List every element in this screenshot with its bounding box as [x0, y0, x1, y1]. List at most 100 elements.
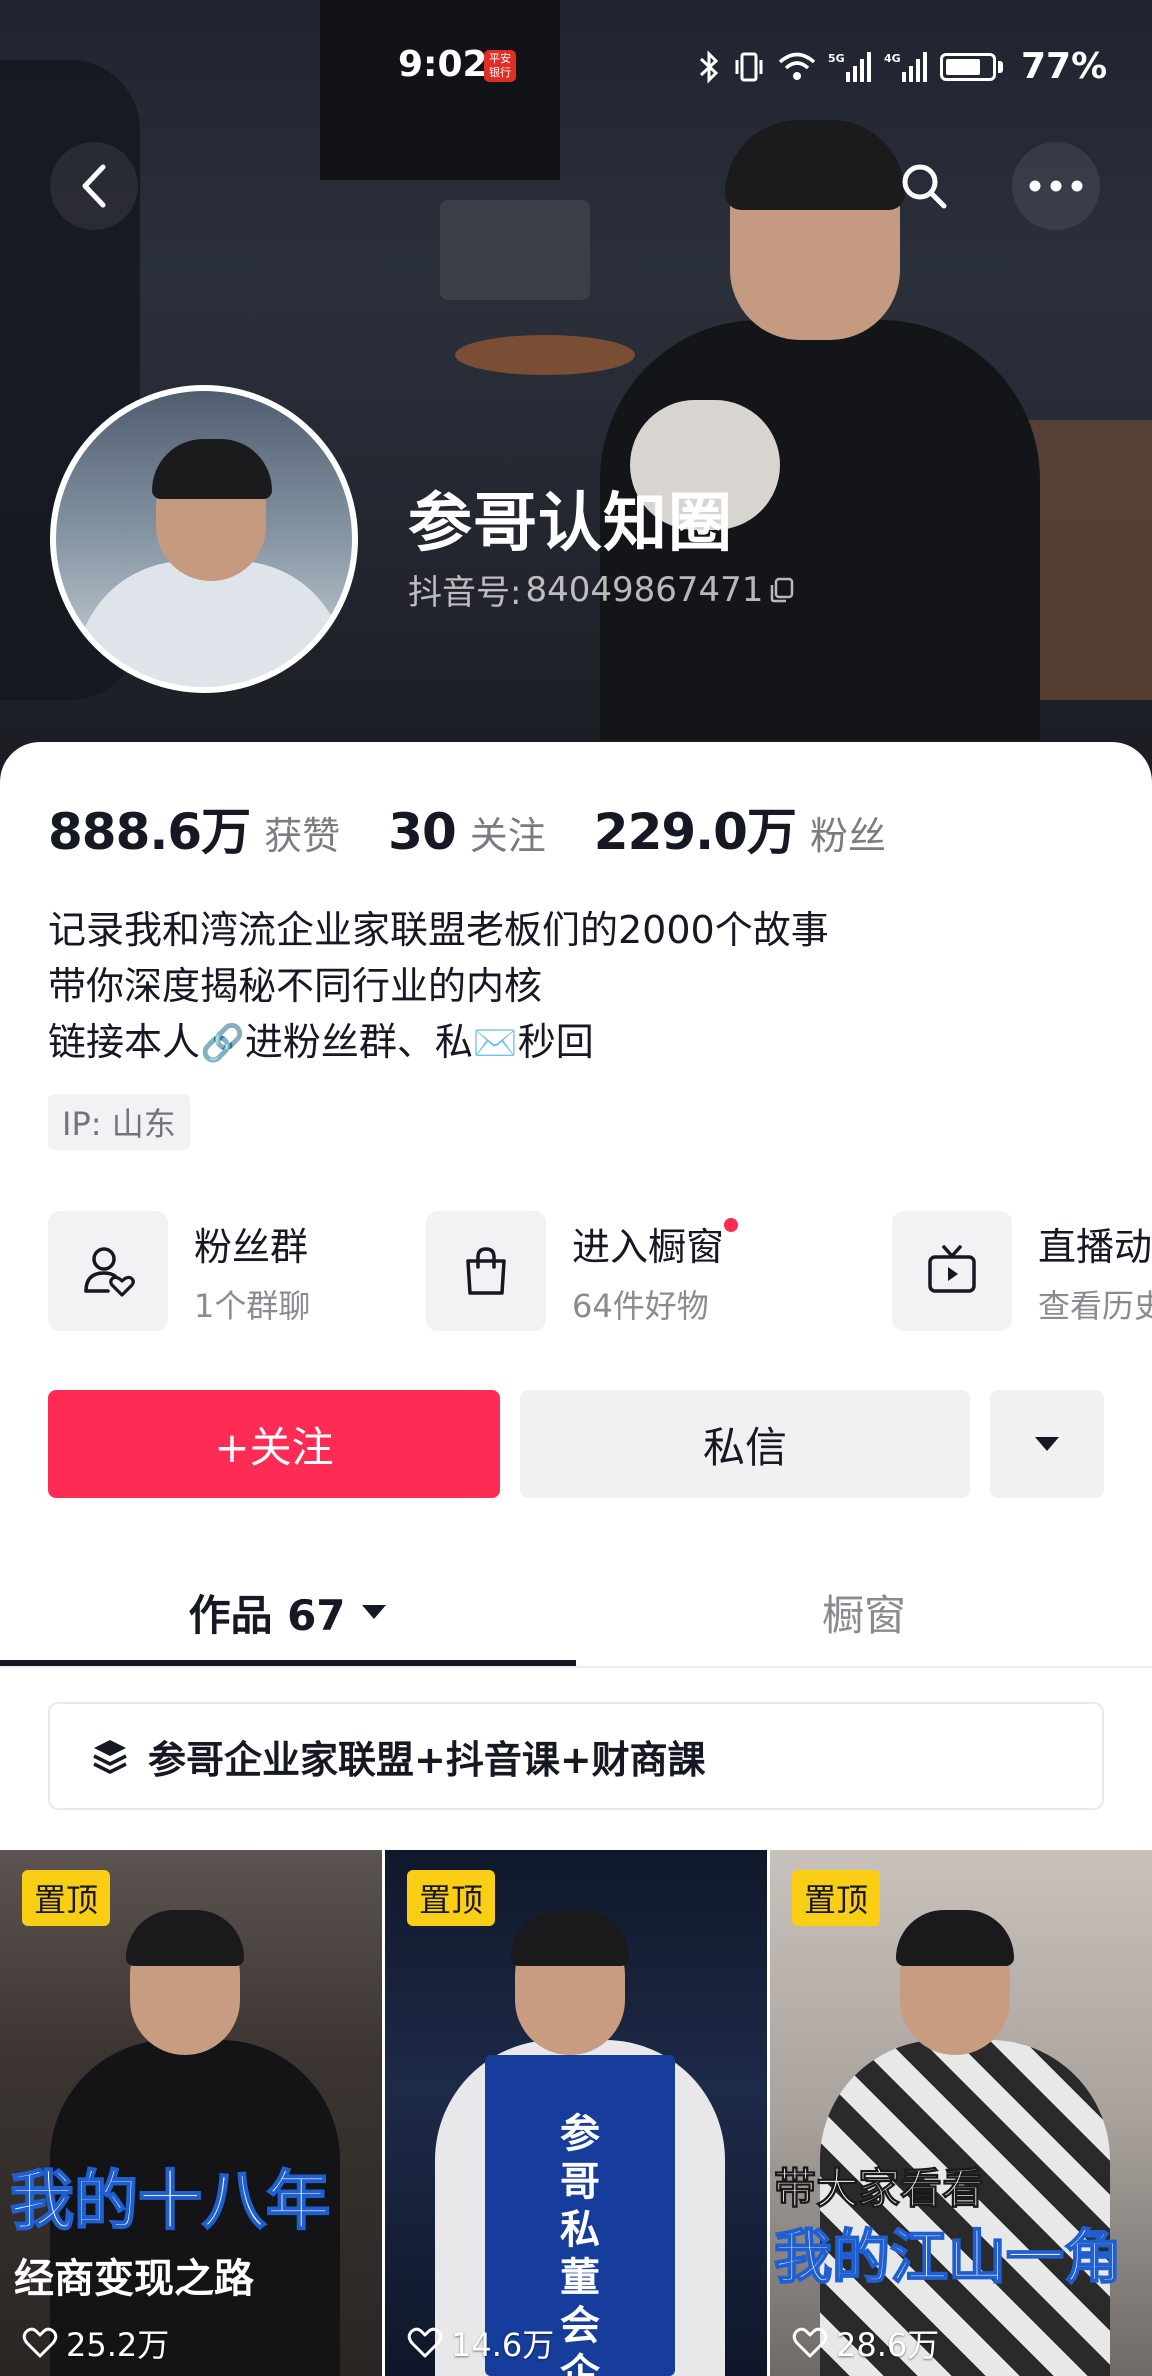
shopping-bag-icon: [426, 1211, 546, 1331]
bio-line: 链接本人🔗进粉丝群、私✉️秒回: [48, 1014, 829, 1072]
video-caption-main: 我的江山一角: [773, 2222, 1123, 2292]
wifi-icon: [778, 52, 816, 80]
video-grid: 置顶 我的十八年 经商变现之路 25.2万 参哥私董会企服季 置顶 14.6万: [0, 1850, 1152, 2376]
bio-text: 秒回: [517, 1020, 594, 1064]
following-label: 关注: [469, 814, 546, 858]
entry-title-text: 进入橱窗: [572, 1224, 725, 1269]
caret-down-icon: [361, 1605, 386, 1619]
following-count: 30: [388, 803, 457, 861]
envelope-emoji-icon: ✉️: [472, 1023, 518, 1064]
fans-group-icon: [48, 1211, 168, 1331]
vibrate-icon: [735, 52, 763, 81]
profile-actions: +关注 私信: [48, 1390, 1104, 1498]
video-caption-main: 我的十八年: [9, 2164, 331, 2240]
video-likes-count: 14.6万: [451, 2326, 555, 2364]
live-entry[interactable]: 直播动态 查看历史: [892, 1210, 1152, 1332]
followers-count: 229.0万: [593, 803, 797, 861]
video-thumbnail-hair: [511, 1910, 629, 1966]
likes-stat: 888.6万 获赞: [48, 792, 340, 864]
video-likes: 28.6万: [792, 2320, 939, 2366]
bio-line: 带你深度揭秘不同行业的内核: [48, 964, 543, 1008]
video-tile[interactable]: 置顶 带大家看看 我的江山一角 28.6万: [770, 1850, 1152, 2376]
ip-location-tag: IP: 山东: [48, 1094, 190, 1150]
battery-icon: [940, 52, 996, 81]
video-likes-count: 28.6万: [836, 2326, 940, 2364]
video-thumbnail-hair: [126, 1910, 244, 1966]
status-icons: 5G 4G 77%: [698, 46, 1107, 87]
pinned-badge: 置顶: [22, 1870, 111, 1926]
video-tile[interactable]: 置顶 我的十八年 经商变现之路 25.2万: [0, 1850, 382, 2376]
video-tile[interactable]: 参哥私董会企服季 置顶 14.6万: [385, 1850, 767, 2376]
svg-text:5G: 5G: [828, 52, 845, 65]
avatar-hair: [152, 439, 272, 499]
bluetooth-icon: [699, 49, 719, 84]
bio-line: 记录我和湾流企业家联盟老板们的2000个故事: [48, 908, 829, 952]
tab-shop-window[interactable]: 橱窗: [576, 1560, 1152, 1664]
entry-title: 进入橱窗: [572, 1216, 739, 1271]
profile-bio: 记录我和湾流企业家联盟老板们的2000个故事 带你深度揭秘不同行业的内核 链接本…: [48, 902, 829, 1072]
video-thumbnail-hair: [896, 1910, 1014, 1966]
more-options-button[interactable]: [1012, 142, 1100, 230]
profile-entries: 粉丝群 1个群聊 进入橱窗 64件好物 直播动态 查看历史: [48, 1210, 1152, 1332]
likes-label: 获赞: [264, 814, 341, 858]
fans-group-entry[interactable]: 粉丝群 1个群聊: [48, 1210, 310, 1332]
active-tab-indicator: [0, 1660, 576, 1666]
collection-banner[interactable]: 参哥企业家联盟+抖音课+财商課: [48, 1702, 1104, 1810]
more-actions-button[interactable]: [990, 1390, 1104, 1498]
video-likes: 25.2万: [22, 2320, 169, 2366]
content-tabs: 作品 67 橱窗: [0, 1560, 1152, 1668]
likes-count: 888.6万: [48, 803, 251, 861]
copy-icon[interactable]: [767, 575, 797, 605]
entry-title: 粉丝群: [194, 1224, 309, 1269]
heart-outline-icon: [407, 2327, 443, 2358]
entry-subtitle: 64件好物: [572, 1286, 709, 1325]
video-likes-count: 25.2万: [66, 2326, 170, 2364]
status-time: 9:02: [398, 44, 488, 85]
new-indicator-dot: [724, 1217, 739, 1232]
entry-subtitle: 1个群聊: [194, 1286, 311, 1325]
video-likes: 14.6万: [407, 2320, 554, 2366]
search-button[interactable]: [880, 142, 968, 230]
svg-text:4G: 4G: [884, 52, 901, 65]
follow-button[interactable]: +关注: [48, 1390, 500, 1498]
douyin-id[interactable]: 抖音号: 84049867471: [408, 565, 797, 614]
caret-down-icon: [1035, 1437, 1059, 1451]
followers-label: 粉丝: [809, 814, 886, 858]
tab-works[interactable]: 作品 67: [0, 1560, 576, 1664]
battery-percent: 77%: [1021, 46, 1108, 87]
message-button[interactable]: 私信: [520, 1390, 970, 1498]
profile-nickname: 参哥认知圈: [408, 487, 733, 561]
link-emoji-icon: 🔗: [200, 1023, 245, 1064]
profile-sheet: 888.6万 获赞 30 关注 229.0万 粉丝 记录我和湾流企业家联盟老板们…: [0, 742, 1152, 2376]
search-icon: [902, 164, 947, 209]
live-tv-icon: [892, 1211, 1012, 1331]
more-horizontal-icon: [1029, 180, 1083, 192]
cover-background-shape: [440, 200, 590, 300]
cover-person-hair: [725, 120, 905, 210]
signal-4g-icon: 4G: [884, 51, 927, 82]
pinned-badge: 置顶: [407, 1870, 496, 1926]
profile-stats: 888.6万 获赞 30 关注 229.0万 粉丝: [48, 792, 934, 864]
video-caption-sub: 经商变现之路: [14, 2256, 254, 2302]
back-button[interactable]: [50, 142, 138, 230]
entry-title: 直播动态: [1038, 1224, 1152, 1269]
heart-outline-icon: [22, 2327, 58, 2358]
bio-text: 链接本人: [48, 1020, 201, 1064]
video-caption-vertical: 参哥私董会企服季: [560, 2111, 600, 2376]
avatar[interactable]: [50, 385, 358, 693]
video-caption-sub: 带大家看看: [773, 2164, 985, 2214]
douyin-id-value: 84049867471: [525, 569, 764, 610]
shop-window-entry[interactable]: 进入橱窗 64件好物: [426, 1210, 739, 1332]
douyin-id-label: 抖音号:: [408, 573, 522, 613]
battery-tip: [998, 60, 1003, 73]
heart-outline-icon: [792, 2327, 828, 2358]
tab-works-label: 作品 67: [188, 1590, 346, 1640]
following-stat[interactable]: 30 关注: [388, 803, 546, 861]
collection-label: 参哥企业家联盟+抖音课+财商課: [148, 1737, 706, 1782]
entry-subtitle: 查看历史: [1038, 1286, 1152, 1325]
app-notification-badge: 平安 银行: [484, 50, 516, 82]
followers-stat[interactable]: 229.0万 粉丝: [594, 792, 886, 864]
signal-5g-icon: 5G: [828, 51, 871, 82]
cover-table: [455, 335, 635, 375]
bio-text: 进粉丝群、私: [244, 1020, 473, 1064]
